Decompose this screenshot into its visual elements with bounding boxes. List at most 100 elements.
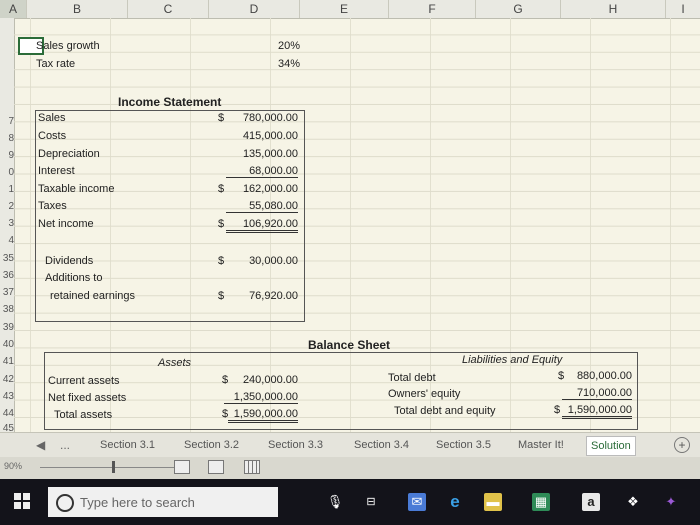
is-row-label[interactable]: Taxes xyxy=(38,200,67,212)
edge-browser-icon[interactable]: e xyxy=(446,493,464,511)
liabilities-header[interactable]: Liabilities and Equity xyxy=(462,354,562,366)
is-row-label[interactable]: Costs xyxy=(38,130,66,142)
bs-liability-label[interactable]: Owners' equity xyxy=(388,388,460,400)
column-header-a[interactable]: A xyxy=(0,0,27,18)
row-header[interactable]: 1 xyxy=(0,184,14,195)
is-row-value[interactable]: 68,000.00 xyxy=(226,165,298,178)
retained-earnings-label[interactable]: retained earnings xyxy=(50,290,135,302)
is-row-label[interactable]: Net income xyxy=(38,218,94,230)
bs-liability-value[interactable]: 710,000.00 xyxy=(562,387,632,400)
add-sheet-icon[interactable]: + xyxy=(674,437,690,453)
tab-section-3-5[interactable]: Section 3.5 xyxy=(432,436,495,454)
file-explorer-icon[interactable]: ▬ xyxy=(484,493,502,511)
page-break-view-icon[interactable] xyxy=(208,460,224,474)
dividends-value[interactable]: 30,000.00 xyxy=(226,255,298,267)
bs-asset-label[interactable]: Current assets xyxy=(48,375,120,387)
additions-label[interactable]: Additions to xyxy=(45,272,102,284)
bs-asset-value[interactable]: 1,350,000.00 xyxy=(224,391,298,404)
row-header[interactable]: 37 xyxy=(0,287,14,298)
sales-growth-label[interactable]: Sales growth xyxy=(36,40,100,52)
bs-liability-label[interactable]: Total debt xyxy=(388,372,436,384)
zoom-slider[interactable] xyxy=(40,467,190,468)
bs-liability-dollar: $ xyxy=(554,404,561,416)
is-row-value[interactable]: 415,000.00 xyxy=(226,130,298,142)
is-row-value[interactable]: 162,000.00 xyxy=(226,183,298,195)
app-icon[interactable]: ✦ xyxy=(662,493,680,511)
column-header-h[interactable]: H xyxy=(561,0,666,18)
tab-master-it[interactable]: Master It! xyxy=(514,436,568,454)
windows-start-icon[interactable] xyxy=(14,493,30,509)
is-row-label[interactable]: Taxable income xyxy=(38,183,114,195)
dividends-label[interactable]: Dividends xyxy=(45,255,93,267)
tax-rate-label[interactable]: Tax rate xyxy=(36,58,75,70)
sheet-tab-bar: ◀ ... Section 3.1 Section 3.2 Section 3.… xyxy=(0,432,700,457)
balance-sheet-title[interactable]: Balance Sheet xyxy=(308,338,390,352)
zoom-slider-handle[interactable] xyxy=(112,461,115,473)
page-layout-view-icon[interactable] xyxy=(174,460,190,474)
column-header-c[interactable]: C xyxy=(128,0,209,18)
bs-liability-value[interactable]: 880,000.00 xyxy=(562,370,632,382)
taskbar-search-box[interactable]: Type here to search xyxy=(48,487,278,517)
microphone-icon[interactable]: 🎙 xyxy=(326,493,344,511)
row-header[interactable]: 2 xyxy=(0,201,14,212)
bs-asset-value[interactable]: 1,590,000.00 xyxy=(228,408,298,423)
is-row-label[interactable]: Sales xyxy=(38,112,66,124)
is-row-value[interactable]: 135,000.00 xyxy=(226,148,298,160)
worksheet-grid[interactable]: Sales growth 20% Tax rate 34% Income Sta… xyxy=(14,18,700,432)
row-header[interactable]: 35 xyxy=(0,253,14,264)
column-header-e[interactable]: E xyxy=(300,0,389,18)
zoom-level[interactable]: 90% xyxy=(4,461,22,471)
tab-section-3-4[interactable]: Section 3.4 xyxy=(350,436,413,454)
store-icon[interactable]: ▦ xyxy=(532,493,550,511)
normal-view-icon[interactable] xyxy=(244,460,260,474)
row-header[interactable]: 7 xyxy=(0,116,14,127)
bs-liability-value[interactable]: 1,590,000.00 xyxy=(562,404,632,419)
bs-asset-label[interactable]: Net fixed assets xyxy=(48,392,126,404)
tab-section-3-3[interactable]: Section 3.3 xyxy=(264,436,327,454)
is-row-label[interactable]: Interest xyxy=(38,165,75,177)
column-header-g[interactable]: G xyxy=(476,0,561,18)
row-header[interactable]: 4 xyxy=(0,235,14,246)
taskbar-search-placeholder: Type here to search xyxy=(80,495,195,510)
sales-growth-value[interactable]: 20% xyxy=(234,40,300,52)
income-statement-title[interactable]: Income Statement xyxy=(118,95,221,109)
column-header-f[interactable]: F xyxy=(389,0,476,18)
tax-rate-value[interactable]: 34% xyxy=(234,58,300,70)
additions-value[interactable]: 76,920.00 xyxy=(226,290,298,302)
column-header-d[interactable]: D xyxy=(209,0,300,18)
row-header[interactable]: 3 xyxy=(0,218,14,229)
row-header[interactable]: 44 xyxy=(0,408,14,419)
bs-liability-label[interactable]: Total debt and equity xyxy=(394,405,496,417)
row-header[interactable]: 36 xyxy=(0,270,14,281)
is-row-label[interactable]: Depreciation xyxy=(38,148,100,160)
row-header[interactable]: 39 xyxy=(0,322,14,333)
row-header[interactable]: 0 xyxy=(0,167,14,178)
assets-header[interactable]: Assets xyxy=(158,357,191,369)
is-row-value[interactable]: 780,000.00 xyxy=(226,112,298,124)
tab-ellipsis[interactable]: ... xyxy=(60,436,70,454)
status-bar: 90% xyxy=(0,457,700,479)
mail-icon[interactable]: ✉ xyxy=(408,493,426,511)
column-header-b[interactable]: B xyxy=(27,0,128,18)
tab-section-3-1[interactable]: Section 3.1 xyxy=(96,436,159,454)
bs-asset-value[interactable]: 240,000.00 xyxy=(228,374,298,386)
row-header[interactable]: 42 xyxy=(0,374,14,385)
dividends-dollar: $ xyxy=(218,255,225,267)
amazon-icon[interactable]: a xyxy=(582,493,600,511)
tab-section-3-2[interactable]: Section 3.2 xyxy=(180,436,243,454)
row-header[interactable]: 40 xyxy=(0,339,14,350)
row-header[interactable]: 8 xyxy=(0,133,14,144)
is-row-value[interactable]: 55,080.00 xyxy=(226,200,298,213)
is-row-value[interactable]: 106,920.00 xyxy=(226,218,298,233)
dropbox-icon[interactable]: ❖ xyxy=(624,493,642,511)
row-header[interactable]: 43 xyxy=(0,391,14,402)
row-header[interactable]: 41 xyxy=(0,356,14,367)
bs-asset-label[interactable]: Total assets xyxy=(54,409,112,421)
task-view-icon[interactable]: ⊟ xyxy=(362,493,380,511)
row-header[interactable]: 38 xyxy=(0,304,14,315)
row-header[interactable]: 9 xyxy=(0,150,14,161)
column-header-i[interactable]: I xyxy=(666,0,700,18)
tab-scroll-left-icon[interactable]: ◀ xyxy=(36,436,45,454)
is-row-dollar: $ xyxy=(218,112,225,124)
tab-solution[interactable]: Solution xyxy=(586,436,636,456)
